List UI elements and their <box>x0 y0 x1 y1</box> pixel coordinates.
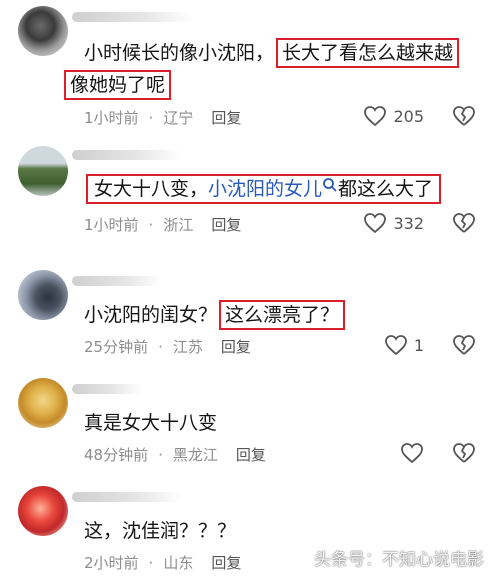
timestamp: 48分钟前 <box>84 446 149 464</box>
avatar[interactable] <box>18 270 68 320</box>
highlight-box: 这么漂亮了？ <box>219 300 346 330</box>
like-button[interactable]: 205 <box>363 105 424 127</box>
heart-outline-icon <box>364 106 387 127</box>
comment-text: 小沈阳的闺女？ 这么漂亮了？ <box>84 300 347 330</box>
timestamp: 1小时前 <box>84 109 139 127</box>
comment-text-part: 这，沈佳润？？？ <box>84 520 237 542</box>
username[interactable] <box>72 12 192 22</box>
separator: · <box>158 337 163 356</box>
location: 辽宁 <box>163 109 194 127</box>
separator: · <box>148 215 154 234</box>
heart-outline-icon[interactable] <box>400 442 424 464</box>
username[interactable] <box>72 276 162 286</box>
comment-text: 女大十八变，小沈阳的女儿 都这么大了 <box>84 174 443 204</box>
comment-actions: 205 <box>363 105 476 127</box>
avatar[interactable] <box>18 6 68 56</box>
broken-heart-icon[interactable] <box>452 442 476 464</box>
timestamp: 2小时前 <box>84 554 139 572</box>
reply-button[interactable]: 回复 <box>221 336 251 357</box>
comment-meta: 25分钟前 · 江苏 回复 <box>84 336 251 357</box>
comment-meta: 48分钟前 · 黑龙江 回复 <box>84 444 266 465</box>
comment-text: 这，沈佳润？？？ <box>84 516 236 546</box>
reply-button[interactable]: 回复 <box>211 107 241 128</box>
broken-heart-icon[interactable] <box>452 212 476 234</box>
watermark: 头条号：不知心说电影 <box>314 550 484 570</box>
highlight-box: 像她妈了呢 <box>64 70 172 100</box>
heart-outline-icon <box>364 213 387 234</box>
location: 黑龙江 <box>172 446 218 464</box>
like-count: 332 <box>393 213 424 233</box>
avatar[interactable] <box>18 486 68 536</box>
comment-text: 真是女大十八变 <box>84 408 217 438</box>
location: 浙江 <box>163 216 194 234</box>
comment-actions <box>400 442 476 464</box>
username[interactable] <box>72 492 182 502</box>
timestamp: 25分钟前 <box>84 338 149 356</box>
like-count: 1 <box>413 335 424 355</box>
comment-text-line2: 像她妈了呢 <box>62 70 173 100</box>
username[interactable] <box>72 150 182 160</box>
avatar[interactable] <box>18 378 68 428</box>
separator: · <box>148 108 154 127</box>
like-count: 205 <box>393 106 424 126</box>
like-button[interactable]: 332 <box>363 212 424 234</box>
reply-button[interactable]: 回复 <box>211 214 241 235</box>
separator: · <box>158 445 163 464</box>
reply-button[interactable]: 回复 <box>211 552 241 573</box>
search-link[interactable]: 小沈阳的女儿 <box>208 178 322 200</box>
comment-meta: 1小时前 · 辽宁 回复 <box>84 107 241 128</box>
comment-text-part: 小沈阳的闺女？ <box>84 304 218 326</box>
highlight-box: 长大了看怎么越来越 <box>276 38 460 68</box>
comment-text-part: 真是女大十八变 <box>84 412 218 434</box>
broken-heart-icon[interactable] <box>452 334 476 356</box>
highlight-box: 女大十八变，小沈阳的女儿 都这么大了 <box>86 174 442 204</box>
comment-text-part: 都这么大了 <box>338 178 434 200</box>
search-icon[interactable] <box>322 177 338 193</box>
comment-actions: 332 <box>363 212 476 234</box>
comment-text: 小时候长的像小沈阳， 长大了看怎么越来越 <box>84 38 461 68</box>
broken-heart-icon[interactable] <box>452 105 476 127</box>
reply-button[interactable]: 回复 <box>236 444 266 465</box>
heart-outline-icon <box>384 335 407 356</box>
comment-meta: 2小时前 · 山东 回复 <box>84 552 241 573</box>
like-button[interactable]: 1 <box>384 334 424 356</box>
separator: · <box>148 553 154 572</box>
comment-text-part: 小时候长的像小沈阳， <box>84 42 275 64</box>
username[interactable] <box>72 384 142 394</box>
timestamp: 1小时前 <box>84 216 139 234</box>
location: 山东 <box>163 554 194 572</box>
avatar[interactable] <box>18 146 68 196</box>
comment-meta: 1小时前 · 浙江 回复 <box>84 214 241 235</box>
comment-text-part: 女大十八变， <box>94 178 209 200</box>
location: 江苏 <box>172 338 203 356</box>
comment-actions: 1 <box>384 334 476 356</box>
